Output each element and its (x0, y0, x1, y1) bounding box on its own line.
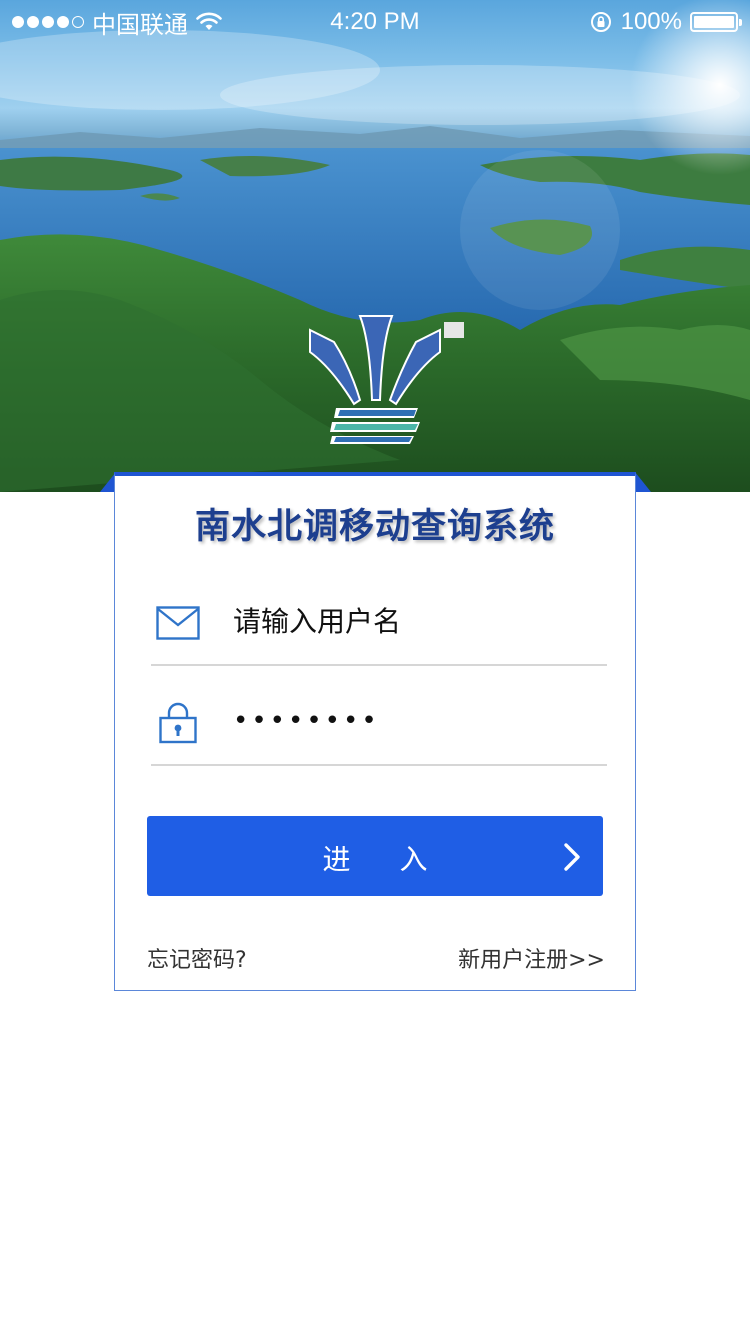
status-left: 中国联通 (12, 5, 222, 40)
mail-icon (156, 606, 200, 640)
password-input[interactable] (233, 698, 593, 744)
login-button-label: 进 入 (322, 843, 448, 876)
status-right: 100% (589, 8, 742, 36)
lock-icon (159, 702, 197, 744)
password-field (151, 676, 607, 766)
wifi-icon (196, 12, 222, 30)
auth-links: 忘记密码? 新用户注册>> (147, 942, 605, 974)
status-bar: 中国联通 4:20 PM 100% (0, 0, 750, 44)
battery-icon (690, 12, 742, 32)
card-corner-right (635, 472, 651, 492)
signal-strength-icon (12, 16, 84, 28)
forgot-password-link[interactable]: 忘记密码? (147, 942, 247, 974)
register-link[interactable]: 新用户注册>> (458, 942, 605, 974)
username-input[interactable] (233, 598, 593, 644)
login-card: 南水北调移动查询系统 进 入 忘记密码? 新用户注册>> (114, 472, 636, 991)
south-north-water-logo-icon (309, 315, 441, 444)
battery-percentage: 100% (620, 8, 682, 35)
rotation-lock-icon (590, 12, 611, 32)
username-field (151, 576, 607, 666)
chevron-right-icon (564, 843, 580, 871)
carrier-name: 中国联通 (92, 11, 188, 39)
login-button[interactable]: 进 入 (147, 816, 603, 896)
app-title: 南水北调移动查询系统 (194, 506, 555, 547)
